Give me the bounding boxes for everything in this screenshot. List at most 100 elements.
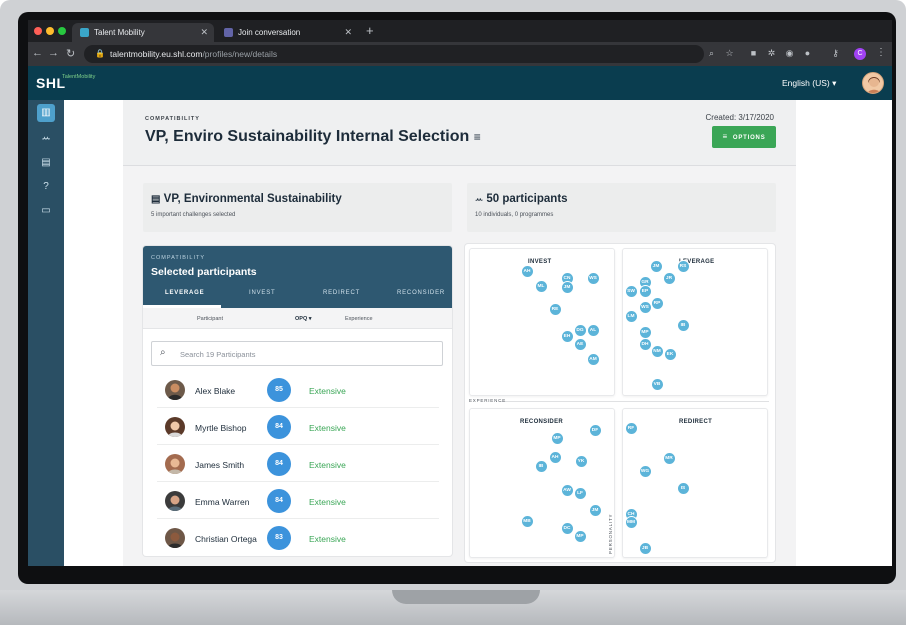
back-arrow-icon[interactable]: ← (32, 47, 43, 59)
participant-bubble[interactable]: MR (662, 451, 676, 465)
window-maximize-button[interactable] (58, 27, 66, 35)
extension-gear-icon[interactable]: ✲ (766, 48, 777, 59)
sidebar-item-help[interactable]: ? (37, 178, 55, 196)
new-tab-icon[interactable]: + (366, 23, 374, 38)
forward-arrow-icon[interactable]: → (48, 47, 59, 59)
options-button[interactable]: ≡ OPTIONS (712, 126, 776, 148)
clipboard-icon: ▤ (41, 157, 51, 168)
browser-tab-join-conversation[interactable]: Join conversation ✕ (216, 23, 358, 42)
address-bar[interactable]: 🔒 talentmobility.eu.shl.com/profiles/new… (84, 45, 704, 63)
column-participant[interactable]: Participant (197, 316, 223, 322)
participants-subtitle: 10 individuals, 0 programmes (475, 212, 554, 218)
participant-bubble[interactable]: LM (624, 309, 638, 323)
participant-bubble[interactable]: AL (586, 323, 600, 337)
screen: Talent Mobility ✕ Join conversation ✕ + … (28, 20, 892, 566)
participant-bubble[interactable]: AH (520, 264, 534, 278)
participant-bubble[interactable]: DC (560, 521, 574, 535)
lock-icon: 🔒 (95, 49, 105, 58)
messages-icon: ▭ (41, 205, 51, 216)
close-tab-icon[interactable]: ✕ (344, 27, 352, 38)
participant-bubble[interactable]: EP (638, 284, 652, 298)
participant-bubble[interactable]: MP (573, 529, 587, 543)
participant-bubble[interactable]: IB (676, 318, 690, 332)
sidebar-item-people[interactable]: ꕀ (37, 130, 55, 148)
participant-bubble[interactable]: JB (638, 541, 652, 555)
table-row[interactable]: Alex Blake 85 Extensive (157, 371, 439, 408)
participant-bubble[interactable]: RF (624, 421, 638, 435)
window-minimize-button[interactable] (46, 27, 54, 35)
menu-lines-icon[interactable]: ≡ (474, 130, 481, 144)
participant-bubble[interactable]: MM (624, 515, 638, 529)
sidebar-item-messages[interactable]: ▭ (37, 202, 55, 220)
participant-bubble[interactable]: JR (662, 271, 676, 285)
profile-avatar[interactable]: C (854, 48, 866, 60)
table-row[interactable]: Christian Ortega 83 Extensive (157, 519, 439, 556)
participant-bubble[interactable]: EK (663, 347, 677, 361)
opq-score: 85 (267, 378, 291, 402)
table-row[interactable]: James Smith 84 Extensive (157, 445, 439, 482)
search-icon[interactable]: ⌕ (706, 48, 717, 59)
extension-chrome-icon[interactable]: ● (802, 48, 813, 59)
participant-bubble[interactable]: RS (676, 259, 690, 273)
participant-bubble[interactable]: LF (573, 486, 587, 500)
key-icon[interactable]: ⚷ (830, 48, 841, 59)
participant-bubble[interactable]: AM (586, 352, 600, 366)
table-row[interactable]: Myrtle Bishop 84 Extensive (157, 408, 439, 445)
column-opq[interactable]: OPQ ▾ (295, 316, 312, 322)
participant-bubble[interactable]: DF (588, 423, 602, 437)
tab-invest[interactable]: INVEST (249, 290, 275, 296)
participant-bubble[interactable]: EH (560, 329, 574, 343)
participant-bubble[interactable]: WS (586, 271, 600, 285)
help-icon: ? (43, 181, 49, 192)
participant-bubble[interactable]: AW (560, 483, 574, 497)
participant-bubble[interactable]: YK (574, 454, 588, 468)
participant-bubble[interactable]: NM (650, 344, 664, 358)
sidebar-item-clipboard[interactable]: ▤ (37, 154, 55, 172)
participant-bubble[interactable]: MP (550, 431, 564, 445)
sidebar: ▥ ꕀ ▤ ? ▭ (28, 100, 64, 566)
participant-bubble[interactable]: JM (560, 280, 574, 294)
participant-bubble[interactable]: SW (624, 284, 638, 298)
tab-leverage[interactable]: LEVERAGE (165, 290, 204, 296)
app-header: SHL TalentMobility English (US) ▾ (28, 66, 892, 100)
window-close-button[interactable] (34, 27, 42, 35)
participant-bubble[interactable]: AH (548, 450, 562, 464)
panel-header: COMPATIBILITY Selected participants LEVE… (143, 246, 452, 308)
language-selector[interactable]: English (US) ▾ (782, 78, 836, 89)
extension-icon[interactable]: ■ (748, 48, 759, 59)
participant-bubble[interactable]: MP (638, 325, 652, 339)
table-row[interactable]: Emma Warren 84 Extensive (157, 482, 439, 519)
participant-bubble[interactable]: WG (638, 464, 652, 478)
participant-bubble[interactable]: IB (534, 459, 548, 473)
participant-bubble[interactable]: AE (573, 337, 587, 351)
participant-bubble[interactable]: RP (650, 296, 664, 310)
participant-bubble[interactable]: JM (649, 259, 663, 273)
extension-circle-icon[interactable]: ◉ (784, 48, 795, 59)
bookmark-star-icon[interactable]: ☆ (724, 48, 735, 59)
participants-card[interactable]: ꕀ 50 participants 10 individuals, 0 prog… (467, 183, 776, 232)
participant-bubble[interactable]: MB (520, 514, 534, 528)
browser-tab-talent-mobility[interactable]: Talent Mobility ✕ (72, 23, 214, 42)
participant-bubble[interactable]: ML (534, 279, 548, 293)
user-avatar[interactable] (862, 72, 884, 94)
close-tab-icon[interactable]: ✕ (200, 27, 208, 38)
y-axis-label: PERSONALITY (608, 513, 613, 554)
participant-bubble[interactable]: IS (676, 481, 690, 495)
quadrant-leverage: LEVERAGE (622, 248, 768, 396)
participant-bubble[interactable]: VB (650, 377, 664, 391)
people-icon: ꕀ (41, 133, 51, 144)
browser-menu-icon[interactable]: ⋮ (876, 47, 886, 58)
participant-bubble[interactable]: RE (548, 302, 562, 316)
participant-bubble[interactable]: DG (573, 323, 587, 337)
participant-bubble[interactable]: JM (588, 503, 602, 517)
tab-reconsider[interactable]: RECONSIDER (397, 290, 445, 296)
product-name: TalentMobility (62, 74, 96, 80)
column-experience[interactable]: Experience (345, 316, 373, 322)
search-input[interactable]: ⌕ Search 19 Participants (151, 341, 443, 366)
sidebar-item-dashboard[interactable]: ▥ (37, 104, 55, 122)
participant-bubble[interactable]: WS (638, 300, 652, 314)
tab-redirect[interactable]: REDIRECT (323, 290, 360, 296)
participant-bubble[interactable]: DH (638, 337, 652, 351)
role-card[interactable]: ▤ VP, Environmental Sustainability 5 imp… (143, 183, 452, 232)
reload-icon[interactable]: ↻ (66, 47, 75, 60)
